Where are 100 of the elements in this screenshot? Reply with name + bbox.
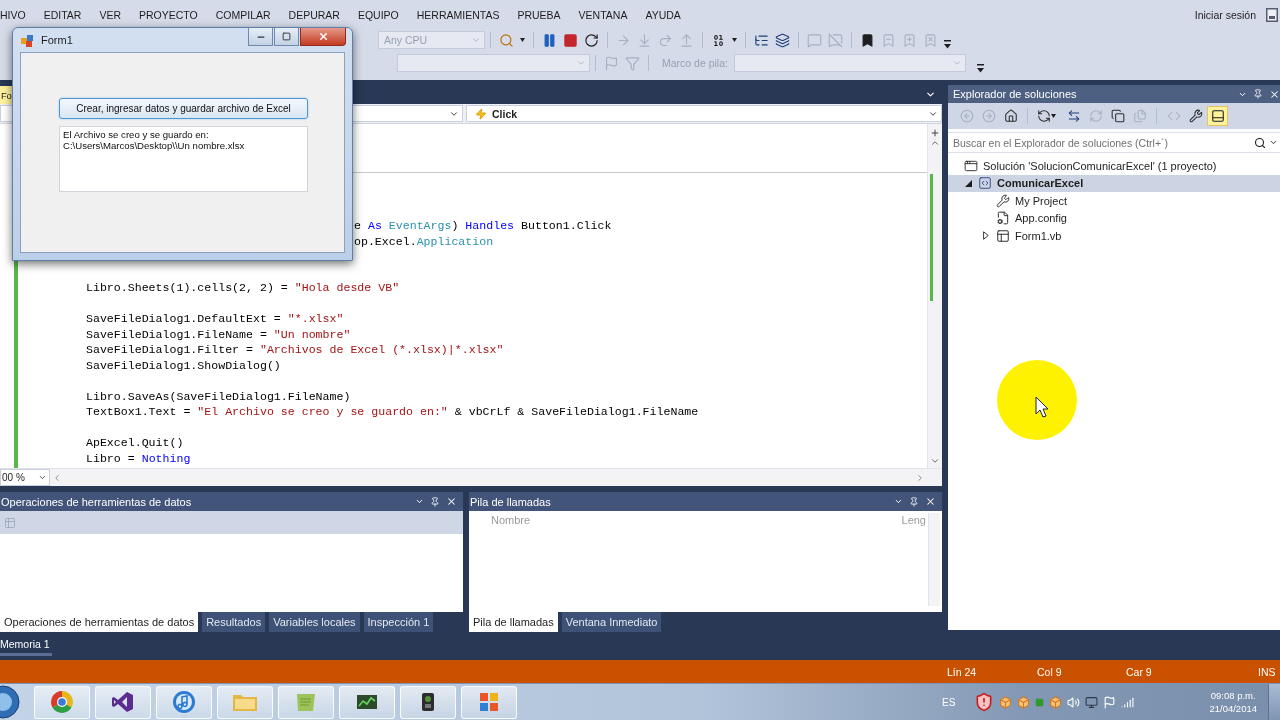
auto-hide-tab[interactable]: Memoria 1 [0, 636, 52, 656]
minimize-button[interactable] [248, 28, 273, 46]
code-line: SaveFileDialog1.DefaultExt = "*.xlsx" [86, 311, 344, 327]
menu-item[interactable]: HIVO [0, 9, 26, 21]
code-line: TextBox1.Text = "El Archivo se creo y se guardo en:" & vbCrLf & SaveFileDialog1.FileName [86, 404, 699, 420]
menu-item[interactable]: HERRAMIENTAS [416, 9, 500, 21]
tree-item[interactable]: ComunicarExcel [948, 174, 1280, 192]
pause-icon[interactable] [542, 32, 557, 48]
tree-item[interactable]: App.config [948, 209, 1280, 227]
toolbar-overflow-icon[interactable] [976, 64, 984, 73]
taskbar-button[interactable] [95, 685, 151, 719]
speaker-icon[interactable] [1067, 695, 1081, 709]
zoom-dropdown[interactable]: 00 % [0, 469, 50, 486]
menu-item[interactable]: PROYECTO [139, 9, 198, 21]
binary-digits-icon[interactable] [711, 32, 726, 48]
vertical-scrollbar[interactable] [928, 513, 940, 606]
close-button[interactable] [300, 28, 346, 46]
magnifier-icon[interactable] [499, 32, 514, 48]
panel-tab[interactable]: Resultados [202, 612, 266, 632]
music-disc-icon [172, 690, 196, 714]
pin-icon[interactable] [1253, 89, 1263, 99]
code-line: SaveFileDialog1.Filter = "Archivos de Excel (*.xlsx)|*.xlsx" [86, 342, 504, 358]
shield-alert-icon[interactable] [974, 692, 995, 712]
panel-tab[interactable]: Pila de llamadas [469, 612, 558, 632]
close-icon [317, 31, 329, 42]
circular-arrow-icon[interactable] [584, 32, 599, 48]
signal-bars-icon[interactable] [1121, 695, 1135, 709]
lightning-icon [475, 107, 487, 120]
file-gear-icon [996, 211, 1010, 226]
panel-title: Operaciones de herramientas de datos [1, 495, 192, 508]
circular-arrows-icon[interactable] [1037, 109, 1051, 123]
panel-tab[interactable]: Ventana Inmediato [561, 612, 662, 632]
menu-item[interactable]: AYUDA [645, 9, 681, 21]
tree-item-label: ComunicarExcel [997, 177, 1084, 190]
pin-icon[interactable] [430, 496, 440, 507]
list-tree-icon[interactable] [754, 32, 769, 48]
toolbar-overflow-icon[interactable] [944, 40, 951, 49]
output-textbox[interactable]: El Archivo se creo y se guardo en: C:\Users\Marcos\Desktop\\Un nombre.xlsx [59, 126, 308, 192]
framed-square-icon[interactable] [1266, 8, 1278, 22]
panel-title: Explorador de soluciones [953, 88, 1077, 100]
tree-item-label: Form1.vb [1015, 229, 1062, 242]
menu-item[interactable]: PRUEBA [517, 9, 561, 21]
dropdown-field[interactable] [397, 54, 590, 72]
panel-tab[interactable]: Operaciones de herramientas de datos [0, 612, 199, 632]
expanded-triangle-icon[interactable] [964, 179, 972, 187]
colored-tiles-icon [21, 33, 35, 47]
taskbar-button[interactable] [400, 685, 456, 719]
document-tab[interactable]: Fo [0, 86, 13, 104]
menu-item[interactable]: VENTANA [578, 9, 628, 21]
code-line: ApExcel.Quit() [86, 435, 184, 451]
excel-action-button[interactable]: Crear, ingresar datos y guardar archivo de Excel [59, 98, 308, 119]
menu-item[interactable]: EQUIPO [357, 9, 399, 21]
maximize-icon [282, 32, 291, 41]
segmented-circle-icon [50, 690, 74, 714]
stop-icon[interactable] [563, 32, 578, 48]
tree-item-label: App.config [1015, 212, 1067, 225]
panel-tab[interactable]: Variables locales [269, 612, 360, 632]
panel-tab[interactable]: Inspección 1 [363, 612, 434, 632]
sign-in-link[interactable]: Iniciar sesión [1194, 9, 1256, 21]
bookmark-icon[interactable] [860, 32, 875, 48]
tree-item-label: Solución 'SolucionComunicarExcel' (1 proyecto) [983, 159, 1217, 172]
taskbar-button[interactable] [339, 685, 395, 719]
close-icon[interactable] [1269, 88, 1280, 100]
collapsed-triangle-icon[interactable] [983, 231, 989, 241]
status-text: Col 9 [1037, 665, 1063, 678]
dropdown-field[interactable] [733, 54, 966, 72]
close-icon[interactable] [925, 496, 936, 507]
member-dropdown[interactable]: Click [466, 105, 942, 122]
start-orb-icon[interactable] [0, 684, 22, 720]
dropdown-arrow-icon[interactable] [732, 38, 737, 42]
tree-item[interactable]: My Project [948, 192, 1280, 210]
search-icon[interactable] [1254, 136, 1266, 149]
dropdown-arrow-icon[interactable] [1051, 114, 1056, 118]
wrench-icon [996, 193, 1010, 208]
status-text: INS [1258, 665, 1276, 678]
menu-item[interactable]: VER [99, 9, 121, 21]
tree-item[interactable]: Solución 'SolucionComunicarExcel' (1 proyecto) [948, 157, 1280, 175]
tree-item[interactable]: Form1.vb [948, 227, 1280, 245]
pin-icon[interactable] [909, 496, 919, 507]
close-icon[interactable] [446, 496, 457, 507]
layers-icon[interactable] [775, 32, 790, 48]
split-plus-icon[interactable] [930, 128, 940, 138]
maximize-button[interactable] [274, 28, 299, 46]
window-title: Form1 [41, 34, 73, 46]
search-field[interactable]: Buscar en el Explorador de soluciones (Ctrl+´) [948, 132, 1280, 153]
status-text: Lín 24 [947, 665, 978, 678]
menu-item[interactable]: EDITAR [43, 9, 82, 21]
status-text: Car 9 [1126, 665, 1153, 678]
menu-item[interactable]: DEPURAR [288, 9, 340, 21]
panel-title: Pila de llamadas [470, 495, 551, 508]
tiles-icon [477, 690, 501, 714]
cursor-highlight-icon [996, 359, 1078, 441]
flag-icon[interactable] [1103, 695, 1117, 709]
dropdown-arrow-icon[interactable] [520, 38, 525, 42]
stack-frame-label: Marco de pila: [662, 57, 728, 69]
monitor-icon[interactable] [1085, 695, 1099, 709]
code-line: op.Excel.Application [354, 233, 494, 249]
loop-ribbon-icon [111, 690, 135, 714]
show-desktop-button[interactable] [1268, 684, 1280, 720]
menu-item[interactable]: COMPILAR [215, 9, 271, 21]
